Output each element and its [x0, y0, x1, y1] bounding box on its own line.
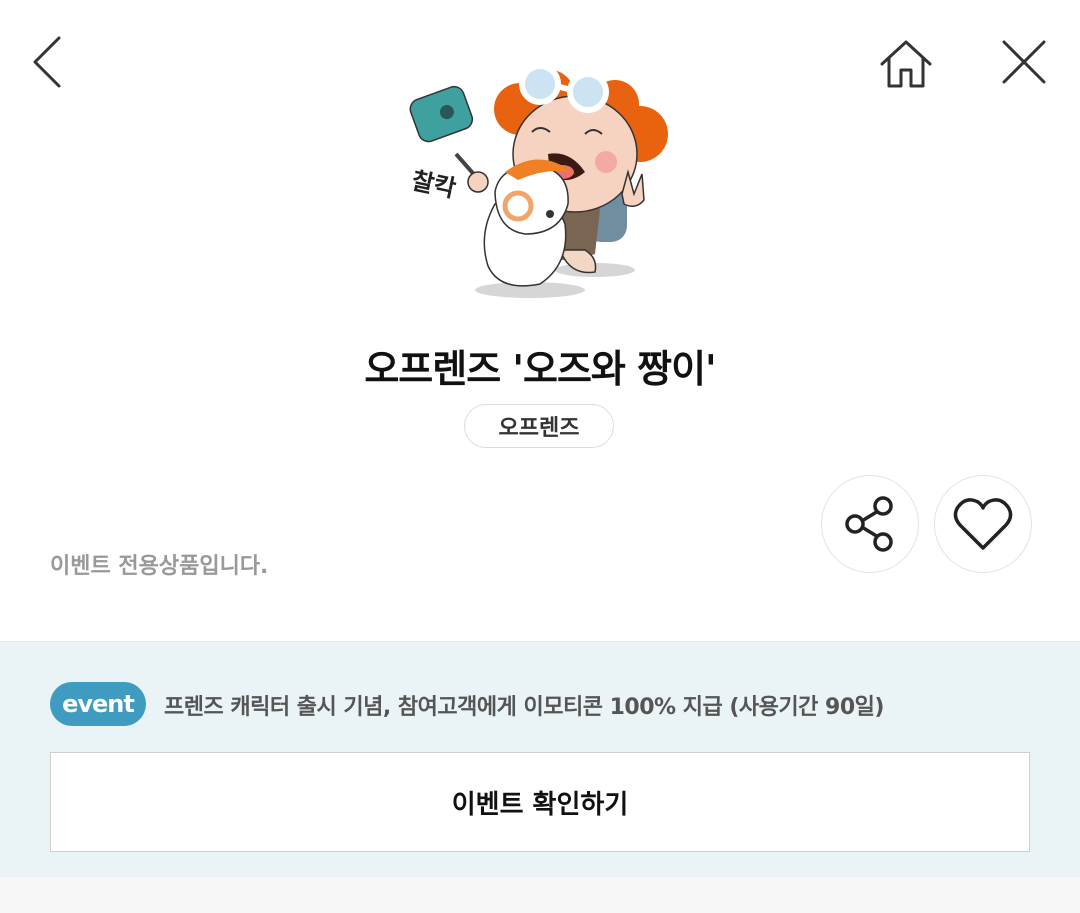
emoticon-detail-page: 찰칵 오프렌즈 '오즈와 짱이' 오프렌즈 이벤트 전용상품입니다. event… — [0, 0, 1080, 913]
emoticon-thumbnail: 찰칵 — [400, 54, 680, 304]
event-description: 프렌즈 캐릭터 출시 기념, 참여고객에게 이모티콘 100% 지급 (사용기간… — [164, 695, 884, 720]
product-title: 오프렌즈 '오즈와 짱이' — [364, 347, 716, 391]
close-icon — [1002, 40, 1046, 84]
bottom-divider — [0, 877, 1080, 913]
heart-icon — [953, 498, 1013, 550]
share-button[interactable] — [821, 475, 919, 573]
event-section: event 프렌즈 캐릭터 출시 기념, 참여고객에게 이모티콘 100% 지급… — [0, 641, 1080, 877]
chevron-left-icon — [33, 36, 61, 88]
check-event-button[interactable]: 이벤트 확인하기 — [50, 752, 1030, 852]
home-icon — [880, 40, 932, 88]
like-button[interactable] — [934, 475, 1032, 573]
character-illustration: 찰칵 — [409, 63, 668, 298]
back-button[interactable] — [18, 30, 78, 94]
share-icon — [845, 496, 893, 552]
event-badge: event — [50, 682, 146, 726]
exclusive-note: 이벤트 전용상품입니다. — [50, 554, 269, 579]
home-button[interactable] — [872, 34, 940, 94]
close-button[interactable] — [992, 32, 1056, 92]
brand-chip[interactable]: 오프렌즈 — [464, 404, 614, 448]
sticker-caption: 찰칵 — [409, 166, 458, 203]
